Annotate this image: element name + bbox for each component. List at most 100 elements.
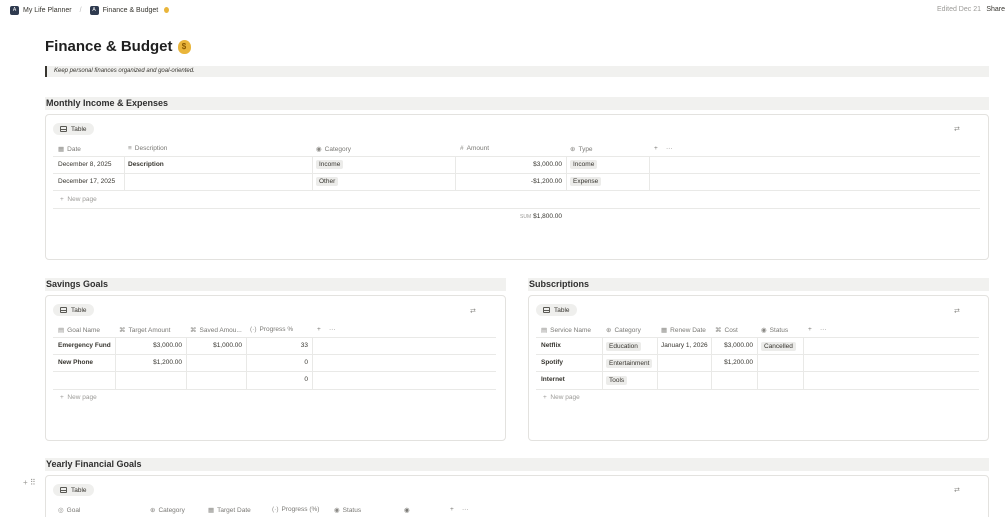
view-label: Table — [554, 306, 570, 314]
column-label: Goal — [66, 506, 81, 514]
cell-service-name[interactable]: Internet — [541, 376, 565, 383]
cell-description[interactable]: Description — [128, 161, 164, 168]
column-header-target-amount[interactable]: ⌘ Target Amount — [119, 326, 170, 335]
column-label: Date — [67, 145, 81, 153]
add-property-button[interactable]: + — [317, 326, 321, 333]
more-options-icon[interactable]: ··· — [820, 326, 827, 333]
block-drag-handle[interactable]: + ⠿ — [23, 478, 36, 487]
type-tag[interactable]: Income — [570, 160, 598, 169]
category-tag[interactable]: Tools — [606, 376, 628, 385]
column-label: Category — [614, 326, 641, 334]
page-title: Finance & Budget $ — [45, 38, 191, 55]
formula-icon: (·) — [272, 506, 279, 513]
status-icon: ◉ — [761, 327, 767, 334]
column-label: Renew Date — [670, 326, 706, 334]
add-property-button[interactable]: + — [654, 145, 658, 152]
column-header-description[interactable]: ≡ Description — [128, 145, 167, 152]
filter-icon[interactable]: ⇄ — [470, 307, 476, 315]
select-icon: ⊕ — [150, 507, 156, 514]
column-label: Status — [769, 326, 789, 334]
cell-target-amount[interactable]: $3,000.00 — [119, 342, 182, 349]
filter-icon[interactable]: ⇄ — [954, 486, 960, 494]
new-page-button[interactable]: + New page — [60, 196, 97, 203]
money-bag-icon — [164, 7, 170, 13]
table-icon — [60, 487, 67, 493]
column-header-status[interactable]: ◉ Status — [334, 506, 362, 515]
column-header-renew-date[interactable]: ▦ Renew Date — [661, 326, 706, 335]
calendar-icon: ▦ — [58, 146, 65, 153]
page-title-text: Finance & Budget — [45, 38, 173, 55]
yearly-table-card — [45, 475, 989, 517]
column-header-progress[interactable]: (·) Progress % — [250, 326, 293, 333]
planner-page-icon: A — [10, 5, 19, 15]
subscriptions-view-tab[interactable]: Table — [536, 304, 577, 316]
column-label: Category — [324, 145, 352, 153]
column-divider — [115, 337, 116, 389]
cell-saved-amount[interactable]: $1,000.00 — [190, 342, 242, 349]
column-header-category[interactable]: ⊕ Category — [606, 326, 641, 335]
share-button[interactable]: Share — [986, 6, 1005, 13]
cell-date[interactable]: December 8, 2025 — [58, 161, 111, 168]
section-heading-yearly: Yearly Financial Goals — [45, 458, 989, 471]
cell-date[interactable]: December 17, 2025 — [58, 178, 115, 185]
type-tag[interactable]: Expense — [570, 177, 602, 186]
cell-goal-name[interactable]: New Phone — [58, 359, 93, 366]
column-header-category[interactable]: ◉ Category — [316, 145, 352, 154]
column-header-progress[interactable]: (·) Progress (%) — [272, 506, 319, 513]
cell-renew-date[interactable]: January 1, 2026 — [661, 342, 708, 349]
category-tag[interactable]: Income — [316, 160, 344, 169]
table-icon — [60, 307, 67, 313]
category-tag[interactable]: Education — [606, 342, 641, 351]
column-header-amount[interactable]: # Amount — [460, 145, 489, 152]
category-tag[interactable]: Entertainment — [606, 359, 653, 368]
filter-icon[interactable]: ⇄ — [954, 307, 960, 315]
new-page-button[interactable]: + New page — [543, 394, 580, 401]
formula-icon: (·) — [250, 326, 257, 333]
status-icon: ◉ — [334, 507, 340, 514]
column-divider — [124, 156, 125, 190]
filter-icon[interactable]: ⇄ — [954, 125, 960, 133]
cell-target-amount[interactable]: $1,200.00 — [119, 359, 182, 366]
column-header-type[interactable]: ⊕ Type — [570, 145, 593, 154]
cell-service-name[interactable]: Netflix — [541, 342, 561, 349]
more-options-icon[interactable]: ··· — [666, 145, 673, 152]
new-page-label: New page — [67, 394, 97, 401]
column-header-category[interactable]: ⊕ Category — [150, 506, 185, 515]
add-property-button[interactable]: + — [808, 326, 812, 333]
breadcrumb-item-finance-budget[interactable]: Finance & Budget — [103, 7, 159, 14]
column-divider — [649, 156, 650, 190]
savings-view-tab[interactable]: Table — [53, 304, 94, 316]
cell-amount[interactable]: -$1,200.00 — [460, 178, 562, 185]
column-label: Goal Name — [67, 326, 101, 334]
column-header-goal[interactable]: ◎ Goal — [58, 506, 81, 515]
column-divider — [566, 156, 567, 190]
breadcrumb-item-my-life-planner[interactable]: My Life Planner — [23, 7, 72, 14]
column-header-cost[interactable]: ⌘ Cost — [715, 326, 738, 335]
status-tag[interactable]: Cancelled — [761, 342, 796, 351]
row-divider — [53, 208, 980, 209]
category-tag[interactable]: Other — [316, 177, 339, 186]
cell-service-name[interactable]: Spotify — [541, 359, 563, 366]
column-header-target-date[interactable]: ▦ Target Date — [208, 506, 251, 515]
income-table-card — [45, 114, 989, 260]
sum-label: SUM — [520, 214, 532, 220]
column-divider — [312, 156, 313, 190]
section-heading-savings: Savings Goals — [45, 278, 506, 291]
column-header-status[interactable]: ◉ Status — [761, 326, 789, 335]
new-page-button[interactable]: + New page — [60, 394, 97, 401]
formula-icon: ⌘ — [119, 327, 126, 334]
income-view-tab[interactable]: Table — [53, 123, 94, 135]
more-options-icon[interactable]: ··· — [462, 506, 469, 513]
column-header-goal-name[interactable]: ▤ Goal Name — [58, 326, 101, 335]
yearly-view-tab[interactable]: Table — [53, 484, 94, 496]
column-header-service-name[interactable]: ▤ Service Name — [541, 326, 591, 335]
add-property-button[interactable]: + — [450, 506, 454, 513]
cell-amount[interactable]: $3,000.00 — [460, 161, 562, 168]
cell-goal-name[interactable]: Emergency Fund — [58, 342, 111, 349]
more-options-icon[interactable]: ··· — [329, 326, 336, 333]
column-header-date[interactable]: ▦ Date — [58, 145, 81, 154]
column-header-saved-amount[interactable]: ⌘ Saved Amou... — [190, 326, 242, 335]
breadcrumb: A My Life Planner / A Finance & Budget — [10, 5, 170, 15]
column-divider — [657, 337, 658, 389]
column-label: Status — [342, 506, 362, 514]
